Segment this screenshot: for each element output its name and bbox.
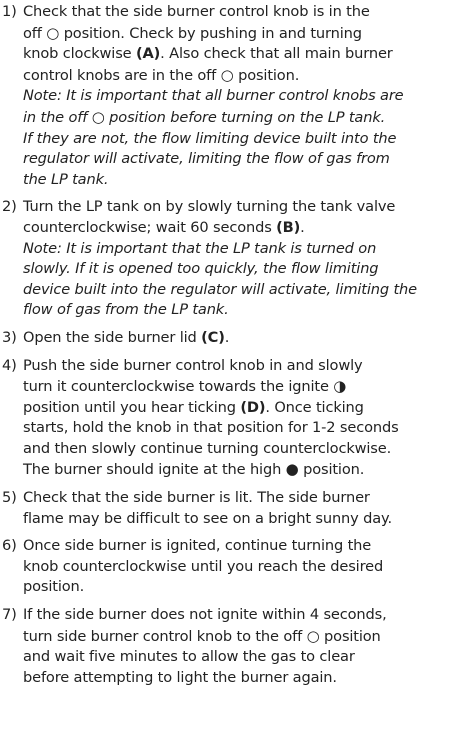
step-line: before attempting to light the burner ag…	[23, 668, 452, 689]
note-text: the LP tank.	[23, 170, 109, 188]
step-line: turn it counterclockwise towards the ign…	[23, 376, 452, 398]
step-text: counterclockwise; wait 60 seconds	[23, 218, 277, 236]
step-text: flame may be difficult to see on a brigh…	[23, 509, 392, 527]
note-text: regulator will activate, limiting the fl…	[23, 150, 390, 168]
step-line: Once side burner is ignited, continue tu…	[23, 536, 452, 557]
step-line: starts, hold the knob in that position f…	[23, 418, 452, 439]
instruction-step: 4) Push the side burner control knob in a…	[0, 356, 452, 482]
step-line: device built into the regulator will act…	[23, 280, 452, 301]
step-text: position	[319, 627, 381, 645]
step-line: Note: It is important that all burner co…	[23, 86, 452, 107]
step-line: in the off ○ position before turning on …	[23, 107, 452, 129]
step-line: If the side burner does not ignite withi…	[23, 605, 452, 626]
step-text: .	[300, 218, 305, 236]
note-text: Note: It is important that the LP tank i…	[23, 239, 377, 257]
knob-off-position-icon: ○	[306, 626, 320, 645]
step-text: and then slowly continue turning counter…	[23, 439, 392, 457]
step-text: Check that the side burner control knob …	[23, 3, 370, 20]
step-text: before attempting to light the burner ag…	[23, 668, 337, 686]
step-text: . Once ticking	[265, 398, 364, 416]
step-line: knob counterclockwise until you reach th…	[23, 557, 452, 578]
step-text: Once side burner is ignited, continue tu…	[23, 537, 372, 555]
step-line: The burner should ignite at the high ● p…	[23, 459, 452, 481]
note-text: in the off	[23, 108, 92, 126]
step-line: slowly. If it is opened too quickly, the…	[23, 259, 452, 280]
instruction-step: 7) If the side burner does not ignite wit…	[0, 605, 452, 688]
step-text: position.	[23, 578, 85, 596]
step-text: knob counterclockwise until you reach th…	[23, 557, 384, 575]
note-text: flow of gas from the LP tank.	[23, 301, 229, 319]
step-text: control knobs are in the off	[23, 66, 221, 84]
figure-reference: (A)	[135, 45, 161, 63]
step-text: The burner should ignite at the high	[23, 461, 286, 479]
note-text: Note: It is important that all burner co…	[23, 87, 404, 105]
step-line: flame may be difficult to see on a brigh…	[23, 509, 452, 530]
step-line: Note: It is important that the LP tank i…	[23, 239, 452, 260]
step-text: and wait five minutes to allow the gas t…	[23, 648, 355, 666]
step-text: Push the side burner control knob in and…	[23, 356, 363, 374]
step-text: Check that the side burner is lit. The s…	[23, 489, 370, 507]
step-text: position until you hear ticking	[23, 398, 241, 416]
note-text: position before turning on the LP tank.	[104, 108, 386, 126]
step-text: turn side burner control knob to the off	[23, 627, 307, 645]
step-text: .	[224, 328, 230, 346]
step-number: 3)	[2, 328, 17, 346]
step-text: position.	[233, 66, 300, 84]
step-text: Turn the LP tank on by slowly turning th…	[23, 198, 396, 216]
step-line: flow of gas from the LP tank.	[23, 300, 452, 321]
step-number: 5)	[2, 489, 17, 507]
step-line: Turn the LP tank on by slowly turning th…	[23, 197, 452, 218]
step-text: position. Check by pushing in and turnin…	[59, 24, 362, 42]
knob-off-position-icon: ○	[46, 23, 60, 42]
step-line: the LP tank.	[23, 170, 452, 191]
knob-high-position-icon: ●	[285, 460, 299, 479]
step-line: regulator will activate, limiting the fl…	[23, 149, 452, 170]
figure-reference: (B)	[276, 218, 301, 236]
step-number: 7)	[2, 606, 17, 624]
step-line: and then slowly continue turning counter…	[23, 439, 452, 460]
note-text: slowly. If it is opened too quickly, the…	[23, 260, 379, 278]
step-number: 2)	[2, 198, 17, 216]
step-line: position until you hear ticking (D). Onc…	[23, 398, 452, 419]
note-text: device built into the regulator will act…	[23, 280, 417, 298]
step-text: starts, hold the knob in that position f…	[23, 419, 399, 437]
step-line: control knobs are in the off ○ position.	[23, 65, 452, 87]
step-number: 6)	[2, 537, 17, 555]
step-text: position.	[298, 461, 365, 479]
step-line: turn side burner control knob to the off…	[23, 626, 452, 648]
step-line: Check that the side burner control knob …	[23, 2, 452, 23]
instruction-steps: 1) Check that the side burner control kno…	[0, 2, 452, 688]
step-text: off	[23, 24, 47, 42]
step-line: and wait five minutes to allow the gas t…	[23, 647, 452, 668]
step-text: turn it counterclockwise towards the ign…	[23, 378, 334, 396]
step-text: Open the side burner lid	[23, 328, 202, 346]
instruction-step: 5) Check that the side burner is lit. The…	[0, 488, 452, 529]
step-line: If they are not, the flow limiting devic…	[23, 129, 452, 150]
step-number: 1)	[2, 3, 17, 20]
step-text: knob clockwise	[23, 45, 136, 63]
figure-reference: (C)	[201, 328, 225, 346]
step-line: knob clockwise (A). Also check that all …	[23, 44, 452, 65]
step-line: Open the side burner lid (C).	[23, 328, 452, 349]
step-number: 4)	[2, 356, 17, 374]
step-line: counterclockwise; wait 60 seconds (B).	[23, 218, 452, 239]
note-text: If they are not, the flow limiting devic…	[23, 129, 397, 147]
instruction-step: 1) Check that the side burner control kno…	[0, 2, 452, 190]
instruction-step: 2) Turn the LP tank on by slowly turning …	[0, 197, 452, 321]
step-text: If the side burner does not ignite withi…	[23, 606, 387, 624]
figure-reference: (D)	[240, 398, 266, 416]
instruction-step: 6) Once side burner is ignited, continue …	[0, 536, 452, 598]
step-text: . Also check that all main burner	[160, 45, 393, 63]
knob-ignite-position-icon: ◑	[333, 377, 347, 396]
step-line: position.	[23, 577, 452, 598]
knob-off-position-icon: ○	[91, 107, 105, 126]
step-line: off ○ position. Check by pushing in and …	[23, 23, 452, 45]
step-line: Check that the side burner is lit. The s…	[23, 488, 452, 509]
step-line: Push the side burner control knob in and…	[23, 356, 452, 377]
instruction-step: 3) Open the side burner lid (C).	[0, 328, 452, 349]
knob-off-position-icon: ○	[220, 65, 234, 84]
